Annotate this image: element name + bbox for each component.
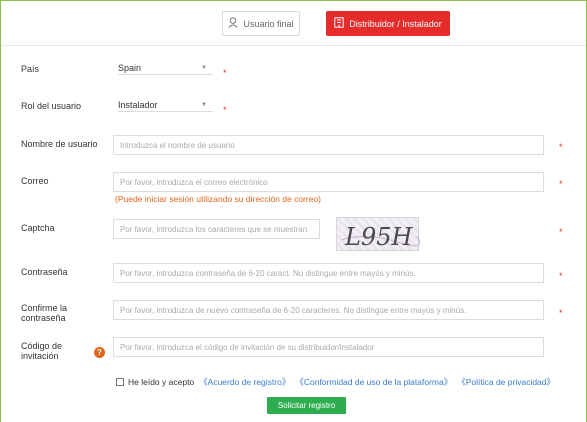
- captcha-input[interactable]: Por favor, introduzca los caracteres que…: [113, 219, 320, 239]
- chevron-down-icon: ▼: [201, 101, 207, 108]
- link-platform-usage[interactable]: 《Conformidad de uso de la plataforma》: [295, 376, 452, 388]
- role-value: Instalador: [118, 99, 158, 110]
- captcha-image[interactable]: L95H: [336, 217, 420, 251]
- country-label: País: [21, 64, 40, 74]
- terms-row: He leído y acepto 《Acuerdo de registro》 …: [116, 376, 555, 388]
- required-mark: *: [223, 105, 227, 115]
- password-input[interactable]: Por favor, introduzca contraseña de 6-20…: [113, 263, 544, 283]
- required-mark: *: [559, 271, 563, 281]
- tab-distributor[interactable]: Distribuidor / Instalador: [326, 11, 450, 36]
- required-mark: *: [559, 308, 563, 318]
- tab-end-user[interactable]: Usuario final: [222, 11, 300, 36]
- terms-checkbox[interactable]: [116, 378, 124, 386]
- link-privacy-policy[interactable]: 《Política de privacidad》: [457, 376, 555, 388]
- link-registration-agreement[interactable]: 《Acuerdo de registro》: [199, 376, 290, 388]
- email-label: Correo: [21, 176, 49, 186]
- invite-code-label-line2: invitación: [21, 351, 59, 361]
- invite-code-input[interactable]: Por favor, introduzca el código de invit…: [113, 337, 544, 357]
- required-mark: *: [559, 179, 563, 189]
- confirm-password-label-line1: Confirme la: [21, 303, 68, 313]
- confirm-password-label-line2: contraseña: [21, 313, 66, 323]
- captcha-glyphs: L95H: [340, 223, 420, 251]
- registration-frame: [0, 0, 587, 422]
- username-input[interactable]: Introduzca el nombre de usuario: [113, 135, 544, 155]
- confirm-password-label: Confirme la contraseña: [21, 303, 67, 323]
- role-tab-bar: Usuario final Distribuidor / Instalador: [1, 1, 586, 46]
- building-icon: [334, 17, 344, 30]
- role-select[interactable]: Instalador ▼: [118, 98, 213, 112]
- required-mark: *: [223, 68, 227, 78]
- email-input[interactable]: Por favor, introduzca el correo electrón…: [113, 172, 544, 192]
- username-label: Nombre de usuario: [21, 139, 98, 149]
- submit-registration-button[interactable]: Solicitar registro: [267, 397, 346, 414]
- terms-text: He leído y acepto: [128, 377, 195, 387]
- tab-end-user-label: Usuario final: [243, 18, 294, 29]
- required-mark: *: [559, 227, 563, 237]
- country-select[interactable]: Spain ▼: [118, 61, 213, 75]
- invite-code-label: Código de invitación: [21, 341, 62, 361]
- chevron-down-icon: ▼: [201, 64, 207, 71]
- password-label: Contraseña: [21, 267, 68, 277]
- user-icon: [228, 17, 239, 30]
- email-hint: (Puede iniciar sesión utilizando su dire…: [115, 194, 321, 204]
- role-label: Rol del usuario: [21, 101, 82, 111]
- invite-code-label-line1: Código de: [21, 341, 63, 351]
- question-icon[interactable]: ?: [94, 347, 105, 358]
- captcha-label: Captcha: [21, 223, 55, 233]
- confirm-password-input[interactable]: Por favor, introduzca de nuevo contraseñ…: [113, 300, 544, 320]
- tab-distributor-label: Distribuidor / Instalador: [349, 18, 442, 29]
- required-mark: *: [559, 142, 563, 152]
- country-value: Spain: [118, 62, 142, 73]
- captcha-text: L95H: [344, 223, 413, 251]
